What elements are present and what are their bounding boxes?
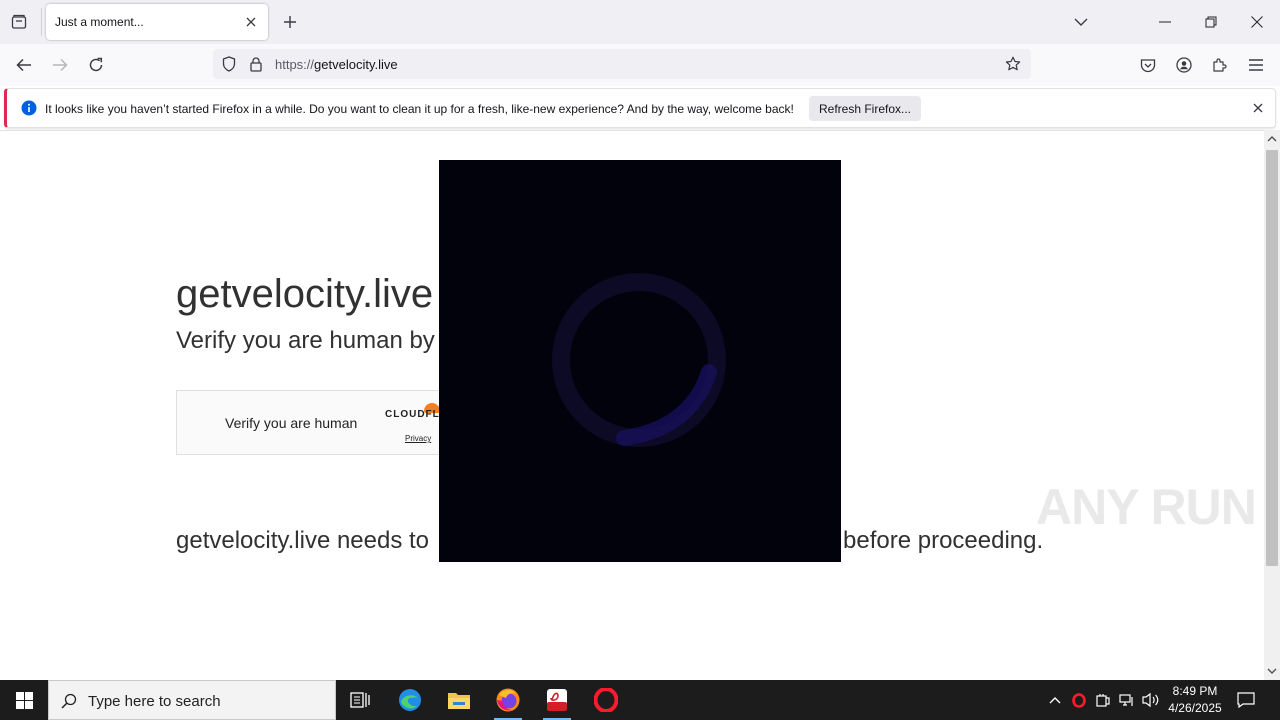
list-all-tabs-icon[interactable]	[1070, 11, 1092, 33]
firefox-view-icon[interactable]	[8, 11, 30, 33]
back-icon[interactable]	[12, 53, 36, 77]
refresh-firefox-button[interactable]: Refresh Firefox...	[809, 96, 921, 121]
clock-date: 4/26/2025	[1168, 701, 1222, 715]
url-bar[interactable]: https://getvelocity.live	[213, 49, 1031, 79]
scroll-down-arrow-icon[interactable]	[1264, 664, 1280, 678]
page-subtitle: Verify you are human by	[176, 327, 435, 354]
captcha-label: Verify you are human	[225, 415, 358, 431]
url-text[interactable]: https://getvelocity.live	[275, 57, 398, 72]
opera-tray-icon[interactable]	[1069, 690, 1089, 710]
app-menu-icon[interactable]	[1244, 53, 1268, 77]
task-view-icon[interactable]	[336, 680, 384, 720]
captcha-widget[interactable]: Verify you are human CLOUDFL Privacy	[176, 390, 476, 455]
page-scrollbar[interactable]	[1264, 130, 1280, 680]
device-tray-icon[interactable]	[1093, 690, 1113, 710]
scrollbar-thumb[interactable]	[1266, 150, 1278, 566]
edge-browser-icon[interactable]	[386, 680, 434, 720]
notifications-icon[interactable]	[1234, 688, 1258, 712]
tab-strip: Just a moment...	[0, 0, 1280, 44]
notification-message: It looks like you haven’t started Firefo…	[45, 102, 794, 116]
cloudflare-logo: CLOUDFL	[385, 409, 440, 420]
extensions-icon[interactable]	[1208, 53, 1232, 77]
page-content: getvelocity.live Verify you are human by…	[0, 130, 1264, 680]
file-explorer-icon[interactable]	[435, 680, 483, 720]
windows-start-icon[interactable]	[0, 680, 48, 720]
pocket-icon[interactable]	[1136, 53, 1160, 77]
scroll-up-arrow-icon[interactable]	[1264, 132, 1280, 146]
refresh-firefox-notification: It looks like you haven’t started Firefo…	[4, 88, 1276, 128]
notification-close-icon[interactable]	[1248, 98, 1268, 118]
lock-icon[interactable]	[246, 54, 266, 74]
tracking-protection-shield-icon[interactable]	[219, 54, 239, 74]
new-tab-icon[interactable]	[279, 11, 301, 33]
search-placeholder: Type here to search	[88, 693, 221, 710]
page-title: getvelocity.live	[176, 272, 434, 316]
network-icon[interactable]	[1117, 690, 1137, 710]
url-scheme: https://	[275, 57, 315, 72]
spinner-graphic	[552, 273, 726, 447]
info-icon	[21, 100, 37, 116]
page-body-left: getvelocity.live needs to	[176, 527, 430, 554]
volume-icon[interactable]	[1141, 690, 1161, 710]
minimize-icon[interactable]	[1142, 0, 1188, 44]
tab-close-icon[interactable]	[240, 11, 262, 33]
privacy-link[interactable]: Privacy	[405, 434, 431, 443]
restore-icon[interactable]	[1188, 0, 1234, 44]
anyrun-watermark: ANY RUN	[1036, 479, 1257, 535]
close-window-icon[interactable]	[1234, 0, 1280, 44]
firefox-taskbar-icon[interactable]	[484, 680, 532, 720]
system-clock[interactable]: 8:49 PM 4/26/2025	[1165, 683, 1225, 717]
dark-overlay-image	[439, 160, 841, 562]
bookmark-star-icon[interactable]	[1003, 54, 1023, 74]
windows-taskbar: Type here to search 8:49 PM 4/26/2025	[0, 680, 1280, 720]
opera-browser-icon[interactable]	[582, 680, 630, 720]
reload-icon[interactable]	[84, 53, 108, 77]
page-body-right: n before proceeding.	[823, 527, 1044, 554]
tab-divider	[41, 8, 42, 36]
pdf-reader-icon[interactable]	[533, 680, 581, 720]
account-icon[interactable]	[1172, 53, 1196, 77]
search-icon	[59, 691, 79, 711]
taskbar-search-box[interactable]: Type here to search	[48, 680, 336, 720]
url-host: getvelocity.live	[314, 57, 398, 72]
tab-title: Just a moment...	[55, 15, 144, 29]
forward-icon[interactable]	[48, 53, 72, 77]
page-body-text: getvelocity.live needs to n before proce…	[176, 527, 1043, 555]
tab-current[interactable]: Just a moment...	[46, 4, 268, 40]
clock-time: 8:49 PM	[1172, 684, 1218, 698]
show-hidden-icons-chevron-icon[interactable]	[1045, 690, 1065, 710]
